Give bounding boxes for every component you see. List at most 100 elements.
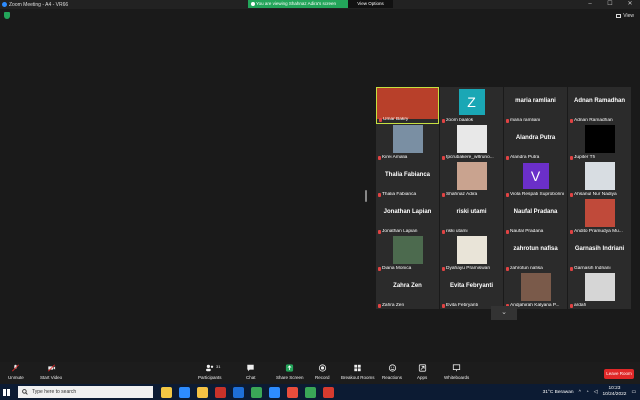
wifi-icon[interactable]: ◔ [586,390,589,395]
leave-room-button[interactable]: Leave Room [604,369,634,379]
panel-resize-handle[interactable] [365,190,367,202]
participant-tile[interactable]: Zzoom baalok [440,87,503,124]
participant-name: Adnan Ramadhan [574,118,613,123]
chat-icon [247,364,254,372]
participant-tile[interactable]: Alandra Putra Alandra Putra [504,124,567,161]
participant-name: Kirei Amalia [382,155,408,160]
breakout-rooms-label: Breakout Rooms [341,375,375,380]
participant-display-name: Garnasih Indriani [574,246,625,252]
muted-mic-icon [570,229,573,234]
windows-logo-icon [2,388,10,396]
view-options-button[interactable]: View Options [348,0,393,8]
participant-tile[interactable]: Jonathan Lapian Jonathan Lapian [376,198,439,235]
scroll-down-chevron-icon[interactable]: ⌄ [491,306,517,320]
view-button[interactable]: View [616,13,634,19]
tray-arrow-icon[interactable]: ^ [579,390,581,395]
whiteboards-button[interactable]: Whiteboards [444,364,469,380]
participant-tile[interactable]: Jupiter Th [568,124,631,161]
participant-name-label: zoom baalok [442,118,501,123]
record-button[interactable]: Record [315,364,330,380]
file-explorer-icon[interactable] [197,386,208,398]
start-video-button[interactable]: Start Video [40,364,62,380]
muted-mic-icon [378,229,381,234]
participant-tile[interactable]: ardah [568,272,631,309]
maximize-icon[interactable]: ☐ [600,0,620,9]
participant-tile[interactable]: zahrotun nafisa zahrotun nafisa [504,235,567,272]
participant-tile[interactable]: riski utami riski utami [440,198,503,235]
participant-name-label: Jupiter Th [570,155,629,160]
participant-tile[interactable]: Dyahayu Pramiswari [440,235,503,272]
volume-icon[interactable]: ◁ [594,390,598,395]
taskbar-search-box[interactable]: Type here to search [18,386,153,398]
participant-tile[interactable]: maria ramliani maria ramliani [504,87,567,124]
muted-mic-icon [379,117,382,122]
whiteboard-icon [453,364,461,372]
participant-tile[interactable]: Kirei Amalia [376,124,439,161]
participant-video [377,88,438,119]
task-view-icon[interactable] [179,386,190,398]
powerpoint-icon[interactable] [287,386,298,398]
clock[interactable]: 10:23 10/24/2022 [602,386,626,398]
participant-video [392,125,423,153]
participant-tile[interactable]: Thalia Fabianca Thalia Fabianca [376,161,439,198]
muted-mic-icon [442,155,445,160]
participants-count: 31 [216,364,221,369]
participant-tile[interactable]: V Viola Respati Suproborini [504,161,567,198]
share-screen-button[interactable]: Share Screen [276,364,304,380]
participant-tile[interactable]: Diana Monica [376,235,439,272]
reactions-icon [388,364,396,372]
muted-mic-icon [442,118,445,123]
chrome-icon[interactable] [251,386,262,398]
video-off-icon [47,364,55,372]
start-button[interactable] [0,384,12,400]
participant-tile[interactable]: Naufal Pradana Naufal Pradana [504,198,567,235]
participants-button[interactable]: Participants 31 [198,364,222,380]
unmute-button[interactable]: Unmute [8,364,24,380]
participant-tile[interactable]: Evita Febryanti Evita Febryanti [440,272,503,309]
apps-button[interactable]: Apps [417,364,427,380]
participant-name-label: Dyahayu Pramiswari [442,266,501,271]
participant-tile[interactable]: Adnan Ramadhan Adnan Ramadhan [568,87,631,124]
muted-mic-icon [570,266,573,271]
participant-video [520,273,551,301]
participant-tile[interactable]: Andito Pramudya Mu... [568,198,631,235]
participant-name-label: Diana Monica [378,266,437,271]
recorder-icon[interactable] [323,386,334,398]
participant-name: Ahsanul Nur Nadiya [574,192,617,197]
share-screen-label: Share Screen [276,375,304,380]
opera-icon[interactable] [215,386,226,398]
participant-tile[interactable]: fpcrubakere_w8runo... [440,124,503,161]
participant-tile[interactable]: Umar Bakry [376,87,439,124]
breakout-rooms-button[interactable]: Breakout Rooms [341,364,375,380]
participant-tile[interactable]: Andjahirah Kalyana P... [504,272,567,309]
notifications-icon[interactable]: ▭ [631,390,636,395]
muted-mic-icon [506,266,509,271]
participant-name-label: Alandra Putra [506,155,565,160]
participant-tile[interactable]: Garnasih Indriani Garnasih Indriani [568,235,631,272]
reactions-button[interactable]: Reactions [382,364,402,380]
participant-avatar: V [522,163,549,189]
participant-tile[interactable]: Shahnaz Adira [440,161,503,198]
lightbulb-app-icon[interactable] [161,386,172,398]
participant-tile[interactable]: Zahra Zen Zahra Zen [376,272,439,309]
participant-video [584,273,615,301]
participant-name-label: fpcrubakere_w8runo... [442,155,501,160]
share-dot-icon [251,2,255,6]
chat-label: Chat [246,375,256,380]
close-icon[interactable]: ✕ [620,0,640,9]
participant-name-label: Jonathan Lapian [378,229,437,234]
weather-text[interactable]: 31°C Berawan [543,390,574,395]
participant-name: Andito Pramudya Mu... [574,229,623,234]
zoom-taskbar-icon[interactable] [269,386,280,398]
participant-name: fpcrubakere_w8runo... [446,155,494,160]
participant-tile[interactable]: Ahsanul Nur Nadiya [568,161,631,198]
participant-name-label: Kirei Amalia [378,155,437,160]
minimize-icon[interactable]: – [580,0,600,9]
chrome-icon-2[interactable] [305,386,316,398]
chat-button[interactable]: Chat [246,364,256,380]
security-shield-icon[interactable] [4,12,10,19]
word-icon[interactable] [233,386,244,398]
muted-mic-icon [570,192,573,197]
participant-name: Shahnaz Adira [446,192,478,197]
participant-video [584,125,615,153]
